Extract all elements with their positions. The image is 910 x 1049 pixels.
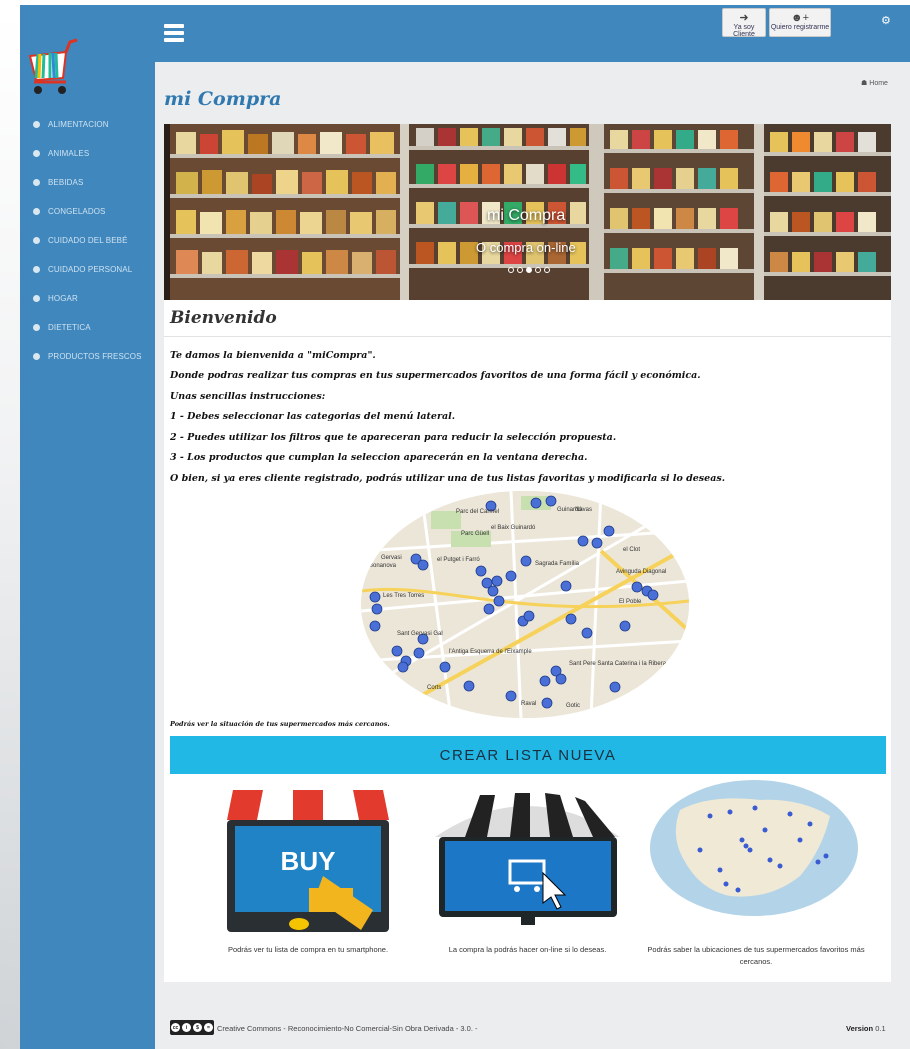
map-label: Sant Gervasi Gal — [397, 631, 443, 637]
map-label: Gotic — [566, 703, 580, 709]
register-button[interactable]: ☻+ Quiero registrarme — [769, 8, 831, 37]
create-list-button[interactable]: CREAR LISTA NUEVA — [170, 736, 886, 774]
map-label: Navas — [575, 507, 592, 513]
carousel-subtitle: O compra on-line — [476, 240, 576, 255]
spain-map-image — [650, 780, 858, 916]
sidebar-item-dietetica[interactable]: DIETETICA — [30, 313, 155, 342]
carousel-title: mi Compra — [487, 207, 566, 224]
carousel-dot[interactable] — [544, 267, 550, 273]
sidebar-item-animales[interactable]: ANIMALES — [30, 139, 155, 168]
category-nav: ALIMENTACION ANIMALES BEBIDAS CONGELADOS… — [30, 110, 155, 371]
map-label: El Poble — [619, 599, 642, 605]
carousel-dot-active[interactable] — [526, 267, 532, 273]
map-label: Bonanova — [369, 563, 397, 569]
sidebar-item-congelados[interactable]: CONGELADOS — [30, 197, 155, 226]
carousel-dot[interactable] — [508, 267, 514, 273]
divider — [164, 336, 891, 337]
creative-commons-badge[interactable]: cc i $ = — [170, 1020, 214, 1035]
welcome-line: 1 - Debes seleccionar las categorias del… — [170, 411, 456, 422]
bullet-icon — [33, 353, 40, 360]
smartphone-buy-image: BUY — [227, 790, 389, 932]
city-map-image: Parc del Carmel Guinardó Navas Parc Güel… — [361, 491, 689, 718]
welcome-line: 2 - Puedes utilizar los filtros que te a… — [170, 432, 617, 443]
map-label: Les Tres Torres — [383, 593, 424, 599]
map-label: Raval — [521, 701, 536, 707]
breadcrumb[interactable]: ☗ Home — [861, 79, 888, 87]
shopping-cart-logo — [28, 38, 78, 94]
sidebar-item-productos-frescos[interactable]: PRODUCTOS FRESCOS — [30, 342, 155, 371]
map-label: el Putget i Farró — [437, 557, 480, 563]
sidebar-item-bebidas[interactable]: BEBIDAS — [30, 168, 155, 197]
map-label: l'Antiga Esquerra de l'Eixample — [449, 649, 532, 655]
map-label: Gervasi — [381, 555, 402, 561]
welcome-line: O bien, si ya eres cliente registrado, p… — [170, 473, 726, 484]
bullet-icon — [33, 266, 40, 273]
nc-icon: $ — [193, 1023, 202, 1032]
sidebar-item-cuidado-personal[interactable]: CUIDADO PERSONAL — [30, 255, 155, 284]
home-icon: ☗ — [861, 80, 868, 87]
welcome-line: 3 - Los productos que cumplan la selecci… — [170, 452, 588, 463]
map-label: Parc Güell — [461, 531, 489, 537]
map-label: el Baix Guinardó — [491, 525, 536, 531]
sign-in-icon: ➜ — [739, 12, 749, 24]
sidebar-item-cuidado-bebe[interactable]: CUIDADO DEL BEBÉ — [30, 226, 155, 255]
login-button-label: Ya soy Cliente — [733, 24, 755, 38]
city-map: Parc del Carmel Guinardó Navas Parc Güel… — [361, 491, 689, 718]
bullet-icon — [33, 121, 40, 128]
bullet-icon — [33, 208, 40, 215]
carousel-indicators — [508, 267, 550, 273]
map-label: Sant Pere Santa Caterina i la Ribera — [569, 661, 667, 667]
map-label: el Clot — [623, 547, 640, 553]
feature-caption: Podrás ver tu lista de compra en tu smar… — [227, 945, 389, 954]
map-caption: Podrás ver la situación de tus supermerc… — [170, 720, 390, 728]
menu-toggle-icon[interactable] — [164, 24, 184, 42]
welcome-line: Donde podras realizar tus compras en tus… — [170, 370, 701, 381]
login-button[interactable]: ➜ Ya soy Cliente — [722, 8, 766, 38]
bullet-icon — [33, 295, 40, 302]
map-label: Parc del Carmel — [456, 509, 499, 515]
carousel-dot[interactable] — [535, 267, 541, 273]
welcome-heading: Bienvenido — [170, 308, 277, 328]
cc-icon: cc — [171, 1023, 180, 1032]
page-title: mi Compra — [164, 88, 282, 110]
bullet-icon — [33, 237, 40, 244]
bullet-icon — [33, 179, 40, 186]
bullet-icon — [33, 150, 40, 157]
nd-icon: = — [204, 1023, 213, 1032]
register-button-label: Quiero registrarme — [770, 24, 830, 31]
carousel-dot[interactable] — [517, 267, 523, 273]
sidebar-item-hogar[interactable]: HOGAR — [30, 284, 155, 313]
user-plus-icon: ☻+ — [791, 12, 809, 24]
license-text: Creative Commons - Reconocimiento-No Com… — [217, 1024, 478, 1033]
feature-caption: La compra la podrás hacer on-line si lo … — [448, 945, 607, 954]
map-label: Avinguda Diagonal — [616, 569, 666, 575]
welcome-line: Unas sencillas instrucciones: — [170, 391, 326, 402]
map-label: Corts — [427, 685, 441, 691]
feature-caption: Podrás saber la ubicaciones de tus super… — [647, 945, 865, 966]
sidebar-item-alimentacion[interactable]: ALIMENTACION — [30, 110, 155, 139]
by-icon: i — [182, 1023, 191, 1032]
online-store-image — [435, 793, 620, 925]
bullet-icon — [33, 324, 40, 331]
settings-gear-icon[interactable]: ⚙ — [881, 14, 891, 27]
map-label: Sagrada Família — [535, 561, 580, 567]
welcome-line: Te damos la bienvenida a "miCompra". — [170, 350, 376, 361]
version-info: Version 0.1 — [846, 1024, 886, 1033]
buy-text: BUY — [281, 846, 336, 876]
